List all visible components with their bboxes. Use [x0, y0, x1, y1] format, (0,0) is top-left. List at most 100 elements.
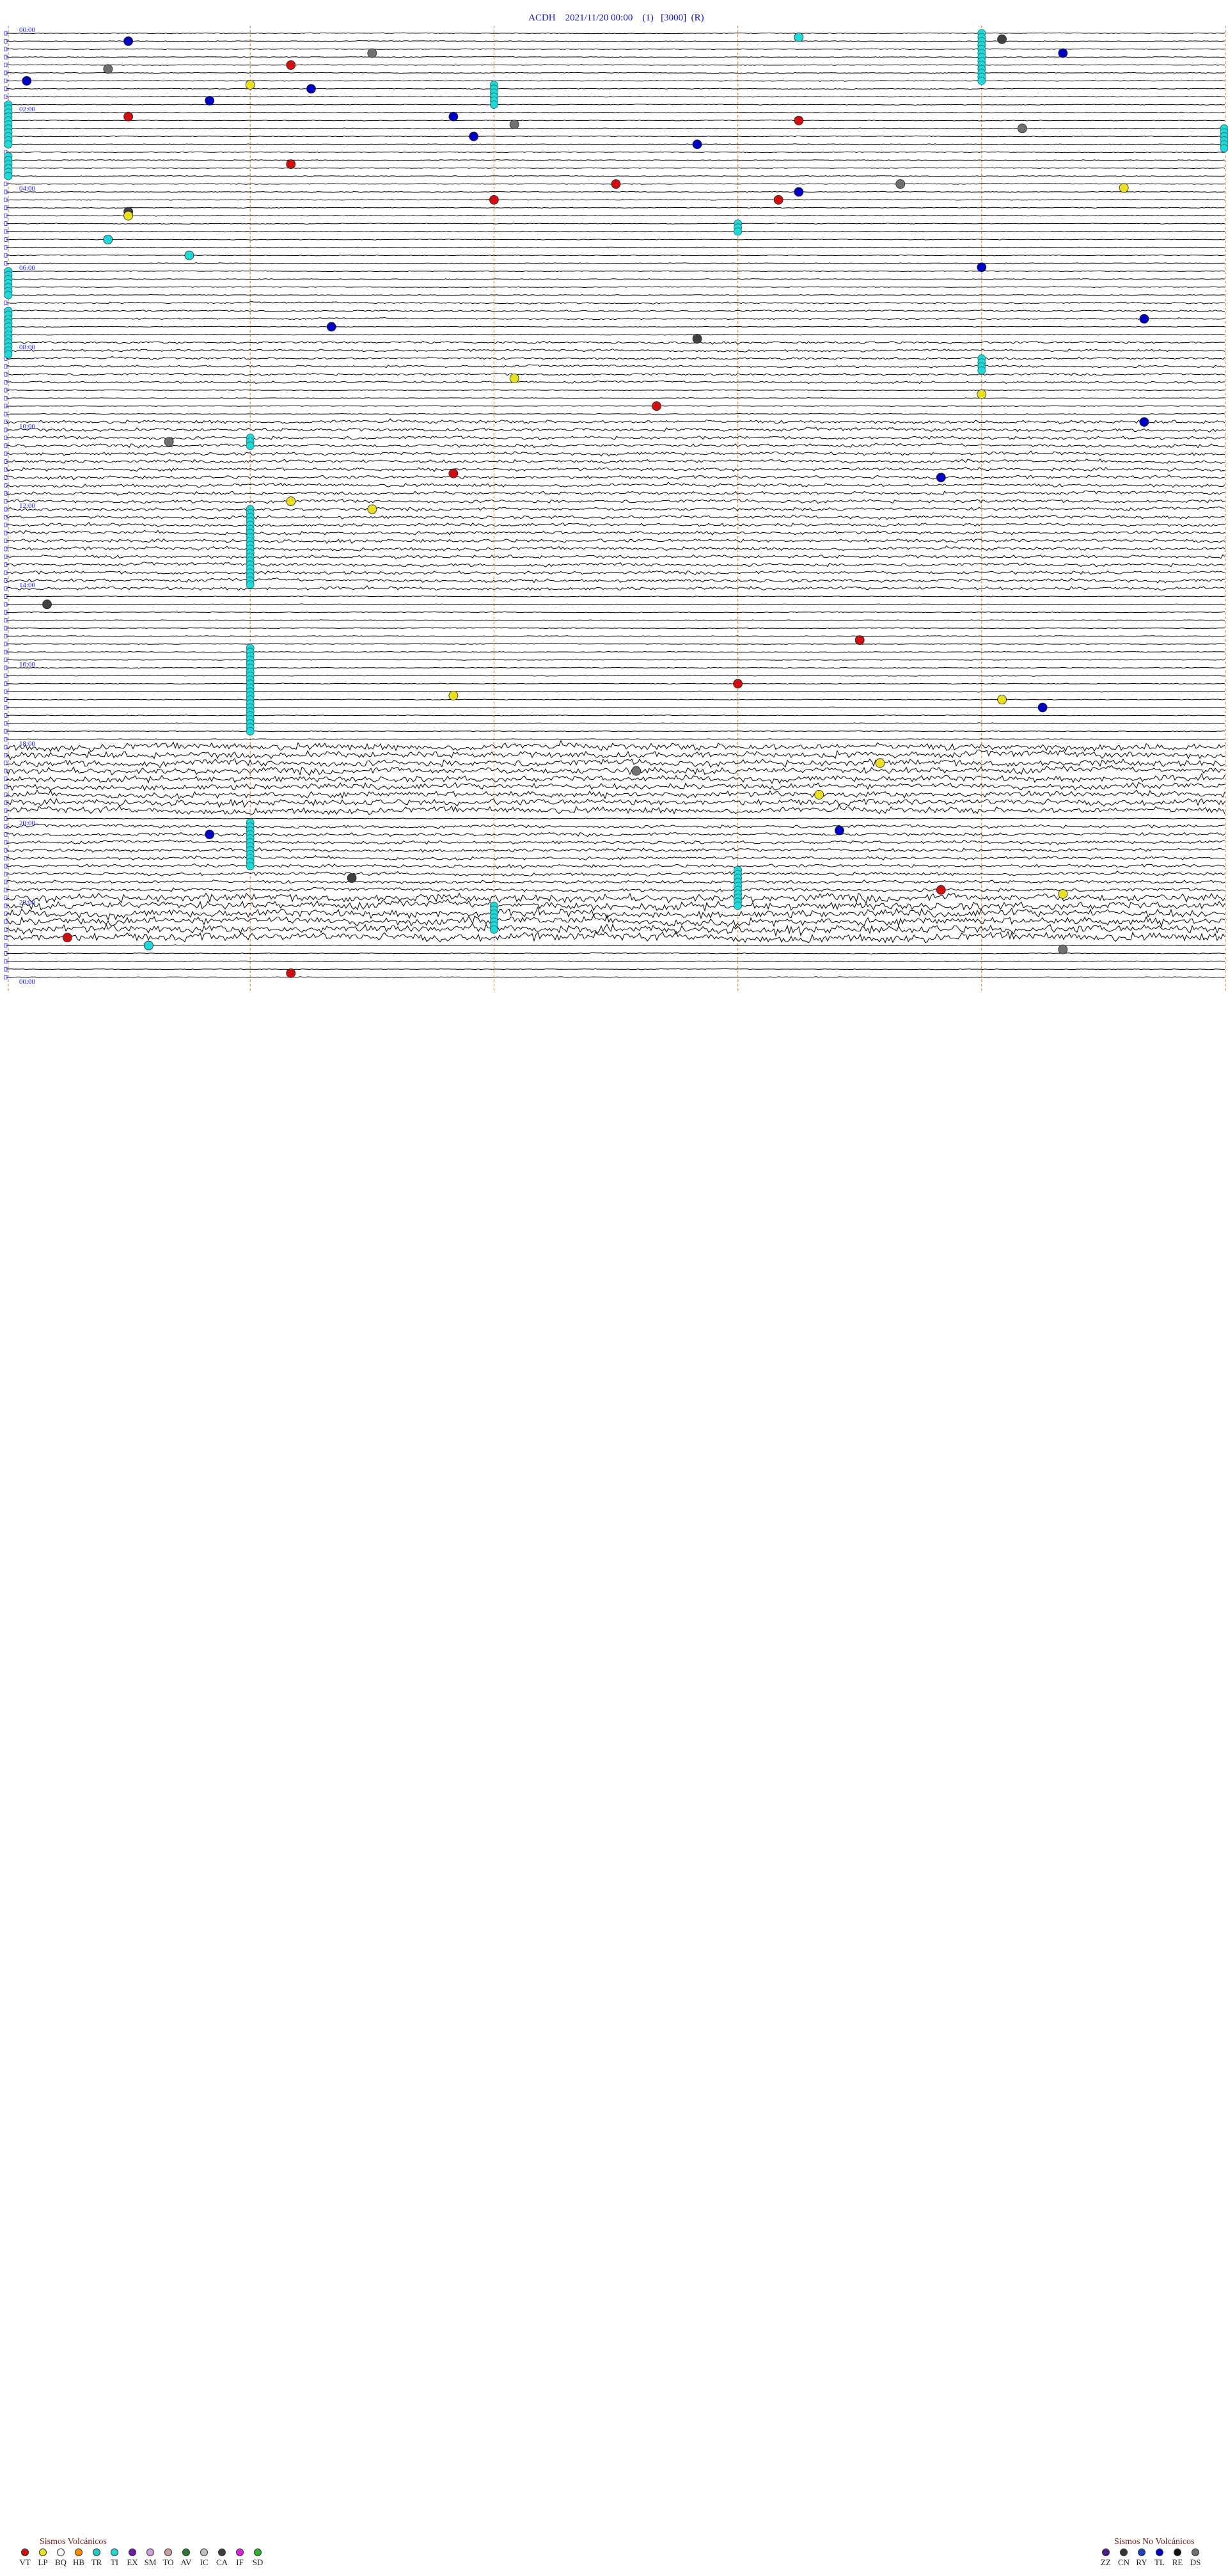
legend-item-re: RE	[1170, 2548, 1185, 2568]
trace-row	[6, 413, 1225, 415]
legend-item-zz: ZZ	[1099, 2548, 1113, 2568]
trace-row	[6, 554, 1225, 560]
legend-code: SD	[252, 2557, 264, 2567]
row-start-marker	[4, 443, 8, 448]
legend-item-bq: BQ	[54, 2548, 68, 2568]
event-marker-lp	[814, 790, 824, 800]
event-marker-ti	[734, 901, 742, 910]
legend-item-ic: IC	[197, 2548, 211, 2568]
nonvolcanic-legend-title: Sismos No Volcánicos	[1114, 2537, 1195, 2547]
event-marker-lp	[509, 374, 519, 383]
event-marker-vt	[611, 179, 621, 189]
event-marker-tl	[977, 262, 987, 273]
legend-code: AV	[180, 2557, 192, 2567]
row-start-marker	[4, 832, 8, 837]
legend-item-lp: LP	[36, 2548, 50, 2568]
trace-row	[6, 356, 1225, 361]
trace-row	[6, 450, 1225, 457]
row-start-marker	[4, 800, 8, 805]
trace-row	[6, 127, 1225, 130]
event-marker-lp	[448, 691, 459, 700]
trace-row	[6, 674, 1225, 677]
row-start-marker	[4, 808, 8, 813]
event-marker-ti	[246, 441, 255, 450]
legend-dot-icon	[1192, 2548, 1199, 2556]
row-start-marker	[4, 856, 8, 860]
event-marker-tl	[22, 76, 32, 86]
hour-label: 20:00	[19, 819, 36, 827]
trace-row	[6, 667, 1225, 669]
trace-row	[6, 730, 1225, 732]
event-marker-tl	[835, 825, 844, 835]
trace-row	[6, 789, 1225, 800]
helicorder-plot: 00:00 02:00 04:00 06:00 08:00 10:00 12:00 14:00…	[4, 26, 1228, 992]
trace-row	[6, 722, 1225, 725]
trace-row	[6, 577, 1225, 584]
trace-row	[6, 79, 1225, 82]
trace-row	[6, 111, 1225, 114]
legend-dot-icon	[200, 2548, 208, 2556]
trace-row	[6, 782, 1225, 791]
legend-code: EX	[127, 2557, 138, 2567]
trace-row	[6, 40, 1225, 42]
event-marker-lp	[367, 504, 377, 514]
trace-row	[6, 348, 1225, 352]
trace-row	[6, 643, 1225, 645]
legend-item-vt: VT	[18, 2548, 32, 2568]
trace-row	[6, 104, 1225, 106]
event-marker-lp	[875, 758, 885, 768]
trace-row	[6, 119, 1225, 122]
trace-row	[6, 952, 1225, 954]
event-marker-vt	[854, 635, 865, 645]
trace-row	[6, 443, 1225, 448]
hour-label: 00:00	[19, 978, 36, 986]
trace-row	[6, 207, 1225, 209]
event-marker-ti	[246, 727, 255, 736]
trace-row	[6, 326, 1225, 328]
event-marker-vt	[733, 679, 743, 689]
event-marker-ti	[143, 940, 154, 951]
row-start-marker	[4, 372, 8, 377]
trace-row	[6, 879, 1225, 885]
legend-item-sm: SM	[143, 2548, 157, 2568]
trace-row	[6, 635, 1225, 637]
legend-dot-icon	[1138, 2548, 1145, 2556]
event-marker-ca	[997, 34, 1007, 44]
hour-label: 06:00	[19, 264, 36, 272]
legend-code: VT	[19, 2557, 31, 2567]
trace-row	[6, 88, 1225, 90]
trace-row	[6, 976, 1225, 978]
trace-row	[6, 435, 1225, 441]
trace-row	[6, 278, 1225, 280]
volcanic-legend: VT LP BQ HB TR TI EX SM TO AV IC CA IF SD	[18, 2548, 265, 2568]
event-marker-ds	[164, 437, 174, 446]
trace-row	[6, 944, 1225, 947]
trace-row	[6, 474, 1225, 480]
legend-code: IF	[236, 2557, 244, 2567]
legend-item-ex: EX	[125, 2548, 139, 2568]
trace-row	[6, 683, 1225, 685]
event-marker-ti	[1220, 144, 1228, 153]
event-marker-tl	[1139, 313, 1149, 324]
event-marker-vt	[794, 115, 804, 125]
trace-row	[6, 960, 1225, 963]
trace-row	[6, 627, 1225, 629]
row-start-marker	[4, 848, 8, 853]
event-marker-ti	[977, 366, 986, 375]
trace-row	[6, 714, 1225, 716]
legend-item-av: AV	[179, 2548, 193, 2568]
event-marker-ds	[509, 120, 519, 130]
trace-row	[6, 498, 1225, 504]
seismic-traces	[4, 31, 1225, 979]
trace-row	[6, 246, 1225, 249]
trace-row	[6, 651, 1225, 653]
row-start-marker	[4, 404, 8, 409]
trace-row	[6, 739, 1225, 752]
event-marker-ti	[4, 140, 13, 149]
trace-row	[6, 458, 1225, 464]
trace-row	[6, 690, 1225, 693]
trace-row	[6, 56, 1225, 58]
trace-row	[6, 466, 1225, 472]
trace-row	[6, 143, 1225, 146]
legend-code: IC	[200, 2557, 209, 2567]
